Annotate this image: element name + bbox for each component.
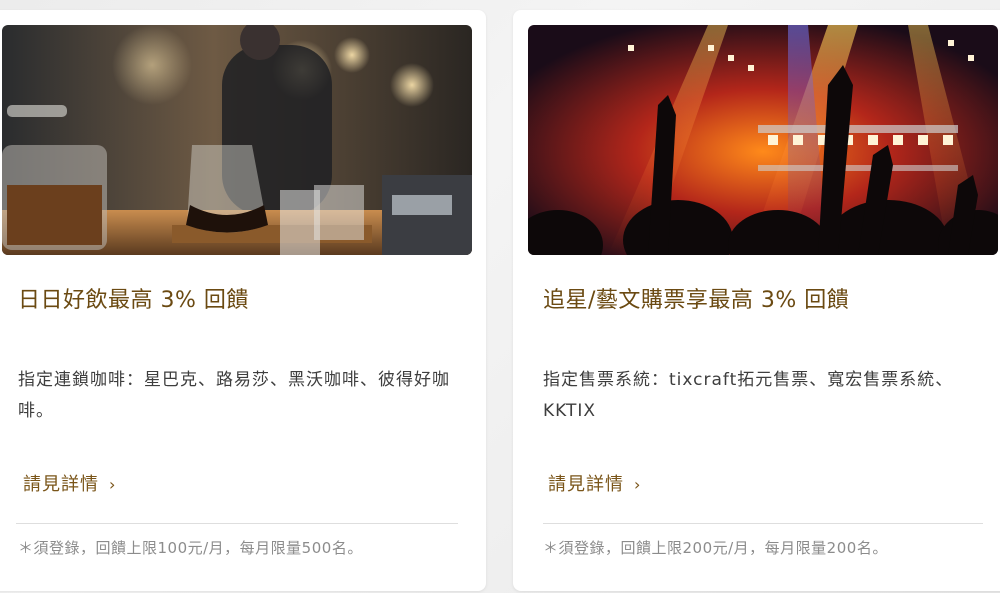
concert-illustration	[528, 25, 998, 255]
details-link[interactable]: 請見詳情 ›	[23, 470, 116, 496]
coffee-bar-image	[2, 25, 472, 255]
card-description: 指定連鎖咖啡：星巴克、路易莎、黑沃咖啡、彼得好咖啡。	[18, 370, 450, 421]
divider	[16, 523, 458, 524]
promo-card-coffee: 日日好飲最高 3% 回饋 指定連鎖咖啡：星巴克、路易莎、黑沃咖啡、彼得好咖啡。 …	[0, 10, 486, 591]
chevron-right-icon: ›	[109, 475, 117, 494]
card-title: 追星/藝文購票享最高 3% 回饋	[543, 288, 850, 313]
details-link[interactable]: 請見詳情 ›	[548, 470, 641, 496]
promo-card-concert: 追星/藝文購票享最高 3% 回饋 指定售票系統：tixcraft拓元售票、寬宏售…	[513, 10, 1000, 591]
concert-crowd-image	[528, 25, 998, 255]
card-footnote: ＊須登錄，回饋上限200元/月，每月限量200名。	[543, 539, 888, 557]
details-link-label: 請見詳情	[23, 474, 99, 495]
card-description: 指定售票系統：tixcraft拓元售票、寬宏售票系統、KKTIX	[543, 370, 954, 421]
card-footnote: ＊須登錄，回饋上限100元/月，每月限量500名。	[18, 539, 363, 557]
card-title: 日日好飲最高 3% 回饋	[18, 288, 249, 313]
chevron-right-icon: ›	[634, 475, 642, 494]
divider	[543, 523, 983, 524]
details-link-label: 請見詳情	[548, 474, 624, 495]
coffee-bar-illustration	[2, 25, 472, 255]
